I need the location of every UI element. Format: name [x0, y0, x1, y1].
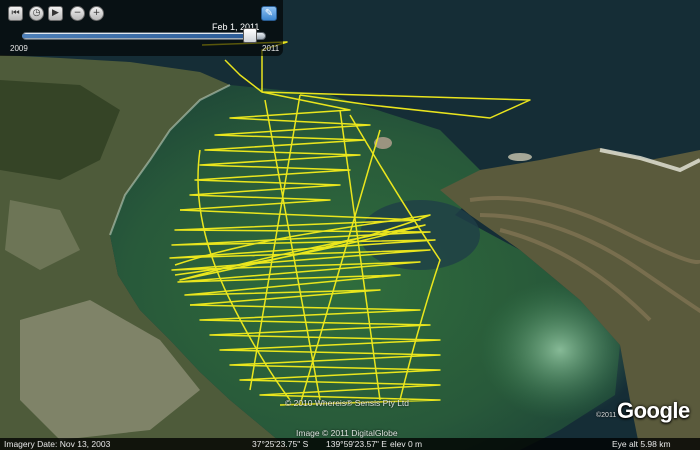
- zoom-in-time-button[interactable]: +: [89, 6, 104, 21]
- timeline-options-button[interactable]: ✎: [261, 6, 277, 21]
- satellite-map-view[interactable]: [0, 0, 700, 450]
- reef-rocks: [508, 153, 532, 161]
- timeline-progress-fill: [22, 34, 250, 38]
- eye-altitude-readout: Eye alt 5.98 km: [612, 439, 671, 449]
- timeline-slider-handle[interactable]: [242, 28, 257, 43]
- timeline-start-year: 2009: [10, 44, 28, 53]
- latitude-readout: 37°25'23.75" S: [252, 439, 309, 449]
- timeline-end-year: 2011: [262, 44, 280, 53]
- longitude-readout: 139°59'23.57" E: [326, 439, 387, 449]
- zoom-out-time-button[interactable]: −: [70, 6, 85, 21]
- imagery-date: Imagery Date: Nov 13, 2003: [4, 439, 111, 449]
- google-logo: Google: [617, 398, 690, 423]
- wrench-icon: ✎: [264, 8, 274, 19]
- skip-back-icon: ⏮: [11, 8, 20, 18]
- timeline-panel: ⏮ ◷ ▶ − + ✎ Feb 1, 2011 2009 2011: [0, 0, 283, 56]
- elevation-readout: elev 0 m: [390, 439, 423, 449]
- timeline-settings-button[interactable]: ◷: [29, 6, 44, 21]
- logo-copyright: ©2011: [596, 412, 617, 419]
- zoom-out-icon: −: [73, 8, 82, 18]
- play-icon: ▶: [52, 8, 59, 18]
- map-copyright-attribution: © 2010 Whereis® Sensis Pty Ltd: [285, 398, 410, 408]
- timeline-play-button[interactable]: ▶: [48, 6, 63, 21]
- status-bar: Imagery Date: Nov 13, 2003 37°25'23.75" …: [0, 438, 700, 450]
- zoom-in-icon: +: [92, 8, 101, 18]
- imagery-credit: Image © 2011 DigitalGlobe: [296, 428, 398, 438]
- clock-icon: ◷: [32, 8, 41, 18]
- timeline-rewind-button[interactable]: ⏮: [8, 6, 23, 21]
